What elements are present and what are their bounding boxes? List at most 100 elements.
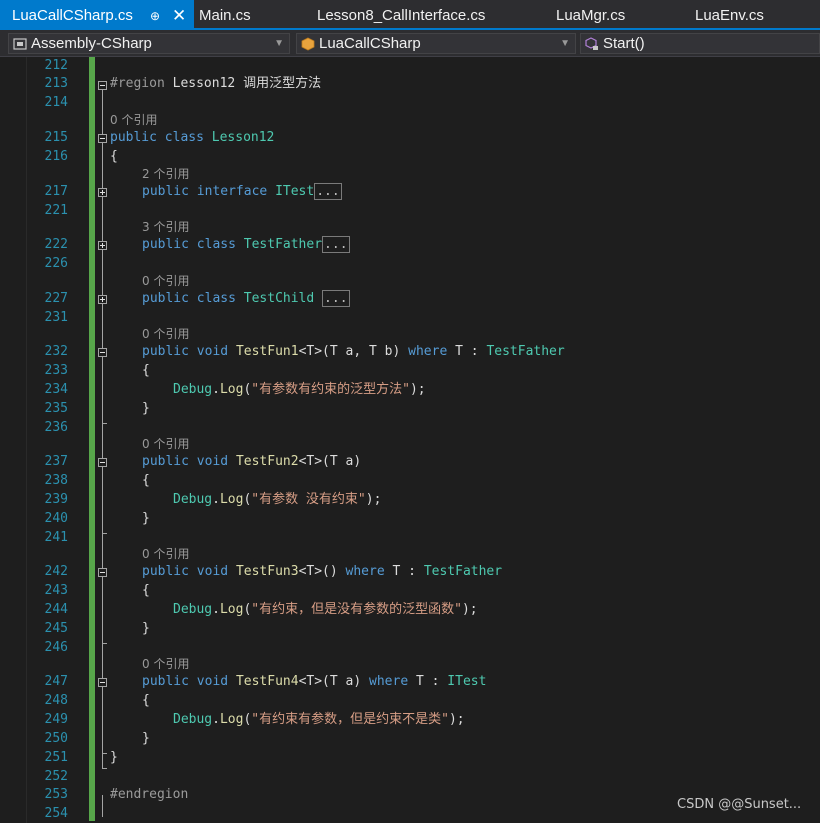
member-dropdown[interactable]: Start() [580,33,820,54]
collapsed-block[interactable]: ... [314,183,342,200]
brace: } [110,750,118,765]
tab-luacallcsharp[interactable]: LuaCallCSharp.cs ⊕ ✕ [0,0,194,30]
pin-icon[interactable]: ⊕ [150,0,160,32]
expand-testfather-toggle[interactable] [98,241,107,250]
brace: { [142,693,150,708]
code-line: Debug.Log("有参数有约束的泛型方法"); [173,381,426,399]
codelens-references[interactable]: 0 个引用 [142,546,189,562]
line-number: 253 [44,787,68,802]
watermark: CSDN @@Sunset... [677,797,802,812]
type-params: <T> [298,454,323,469]
code-line: } [142,400,150,418]
keyword: public [142,564,189,579]
type-params: <T> [298,344,323,359]
class-name: Lesson12 [211,130,275,145]
dot: . [212,492,220,507]
code-line: Debug.Log("有参数 没有约束"); [173,491,381,509]
code-line: { [142,692,150,710]
line-number: 236 [44,420,68,435]
collapse-testfun4-toggle[interactable] [98,678,107,687]
codelens-references[interactable]: 0 个引用 [142,273,189,289]
code-line: { [142,472,150,490]
outline-guide [102,795,103,817]
tab-lesson8-callinterface[interactable]: Lesson8_CallInterface.cs [317,0,485,30]
tab-label: Lesson8_CallInterface.cs [317,7,486,24]
outline-guide [102,574,103,643]
collapse-class-toggle[interactable] [98,134,107,143]
keyword: where [345,564,385,579]
project-dropdown[interactable]: Assembly-CSharp ▼ [8,33,290,54]
outline-guide-end [102,423,107,424]
code-line: { [142,362,150,380]
tab-luamgr[interactable]: LuaMgr.cs [556,0,625,30]
outline-guide [102,464,103,533]
tab-main[interactable]: Main.cs [199,0,251,30]
collapse-testfun1-toggle[interactable] [98,348,107,357]
line-number: 254 [44,806,68,821]
line-number: 216 [44,149,68,164]
codelens-references[interactable]: 2 个引用 [142,166,189,182]
line-number: 244 [44,602,68,617]
dot: . [212,712,220,727]
tab-luaenv[interactable]: LuaEnv.cs [695,0,764,30]
line-number: 245 [44,621,68,636]
line-number: 234 [44,382,68,397]
outline-guide-end [102,753,107,754]
dot: . [212,602,220,617]
codelens-references[interactable]: 0 个引用 [142,656,189,672]
outline-guide-end [102,533,107,534]
keyword: public [142,344,189,359]
line-number: 250 [44,731,68,746]
expand-testchild-toggle[interactable] [98,295,107,304]
document-tab-bar: LuaCallCSharp.cs ⊕ ✕ Main.cs Lesson8_Cal… [0,0,820,30]
line-number: 242 [44,564,68,579]
string-literal: "有约束有参数，但是约束不是类" [251,712,449,727]
keyword: void [196,674,229,689]
codelens-references[interactable]: 3 个引用 [142,219,189,235]
codelens-references[interactable]: 0 个引用 [110,112,157,128]
empty-params: () [322,564,346,579]
code-editor[interactable]: 212 213 214 215 216 217 221 222 226 227 … [0,57,820,823]
paren: ( [322,344,330,359]
expand-itest-toggle[interactable] [98,188,107,197]
type-dropdown[interactable]: LuaCallCSharp ▼ [296,33,576,54]
brace: { [142,583,150,598]
method-name: Log [219,712,244,727]
codelens-references[interactable]: 0 个引用 [142,326,189,342]
member-name: Start() [603,35,645,52]
code-line: public void TestFun1<T>(T a, T b) where … [142,343,565,361]
line-number: 231 [44,310,68,325]
collapsed-block[interactable]: ... [322,290,350,307]
code-line: #endregion [110,786,188,804]
code-line: Debug.Log("有约束有参数，但是约束不是类"); [173,711,465,729]
collapse-testfun3-toggle[interactable] [98,568,107,577]
class-name: TestFather [243,237,323,252]
collapse-region-toggle[interactable] [98,81,107,90]
method-name: TestFun2 [235,454,299,469]
collapsed-block[interactable]: ... [322,236,350,253]
line-number: 249 [44,712,68,727]
brace: { [142,363,150,378]
string-literal: "有参数有约束的泛型方法" [251,382,410,397]
type-name: LuaCallCSharp [319,35,421,52]
collapse-testfun2-toggle[interactable] [98,458,107,467]
line-number: 212 [44,58,68,73]
line-number: 237 [44,454,68,469]
type-param: T [329,454,338,469]
codelens-references[interactable]: 0 个引用 [142,436,189,452]
line-number: 239 [44,492,68,507]
outline-guide [102,354,103,423]
close-icon[interactable]: ✕ [172,0,186,32]
line-number: 248 [44,693,68,708]
line-number: 215 [44,130,68,145]
string-literal: "有约束，但是没有参数的泛型函数" [251,602,462,617]
